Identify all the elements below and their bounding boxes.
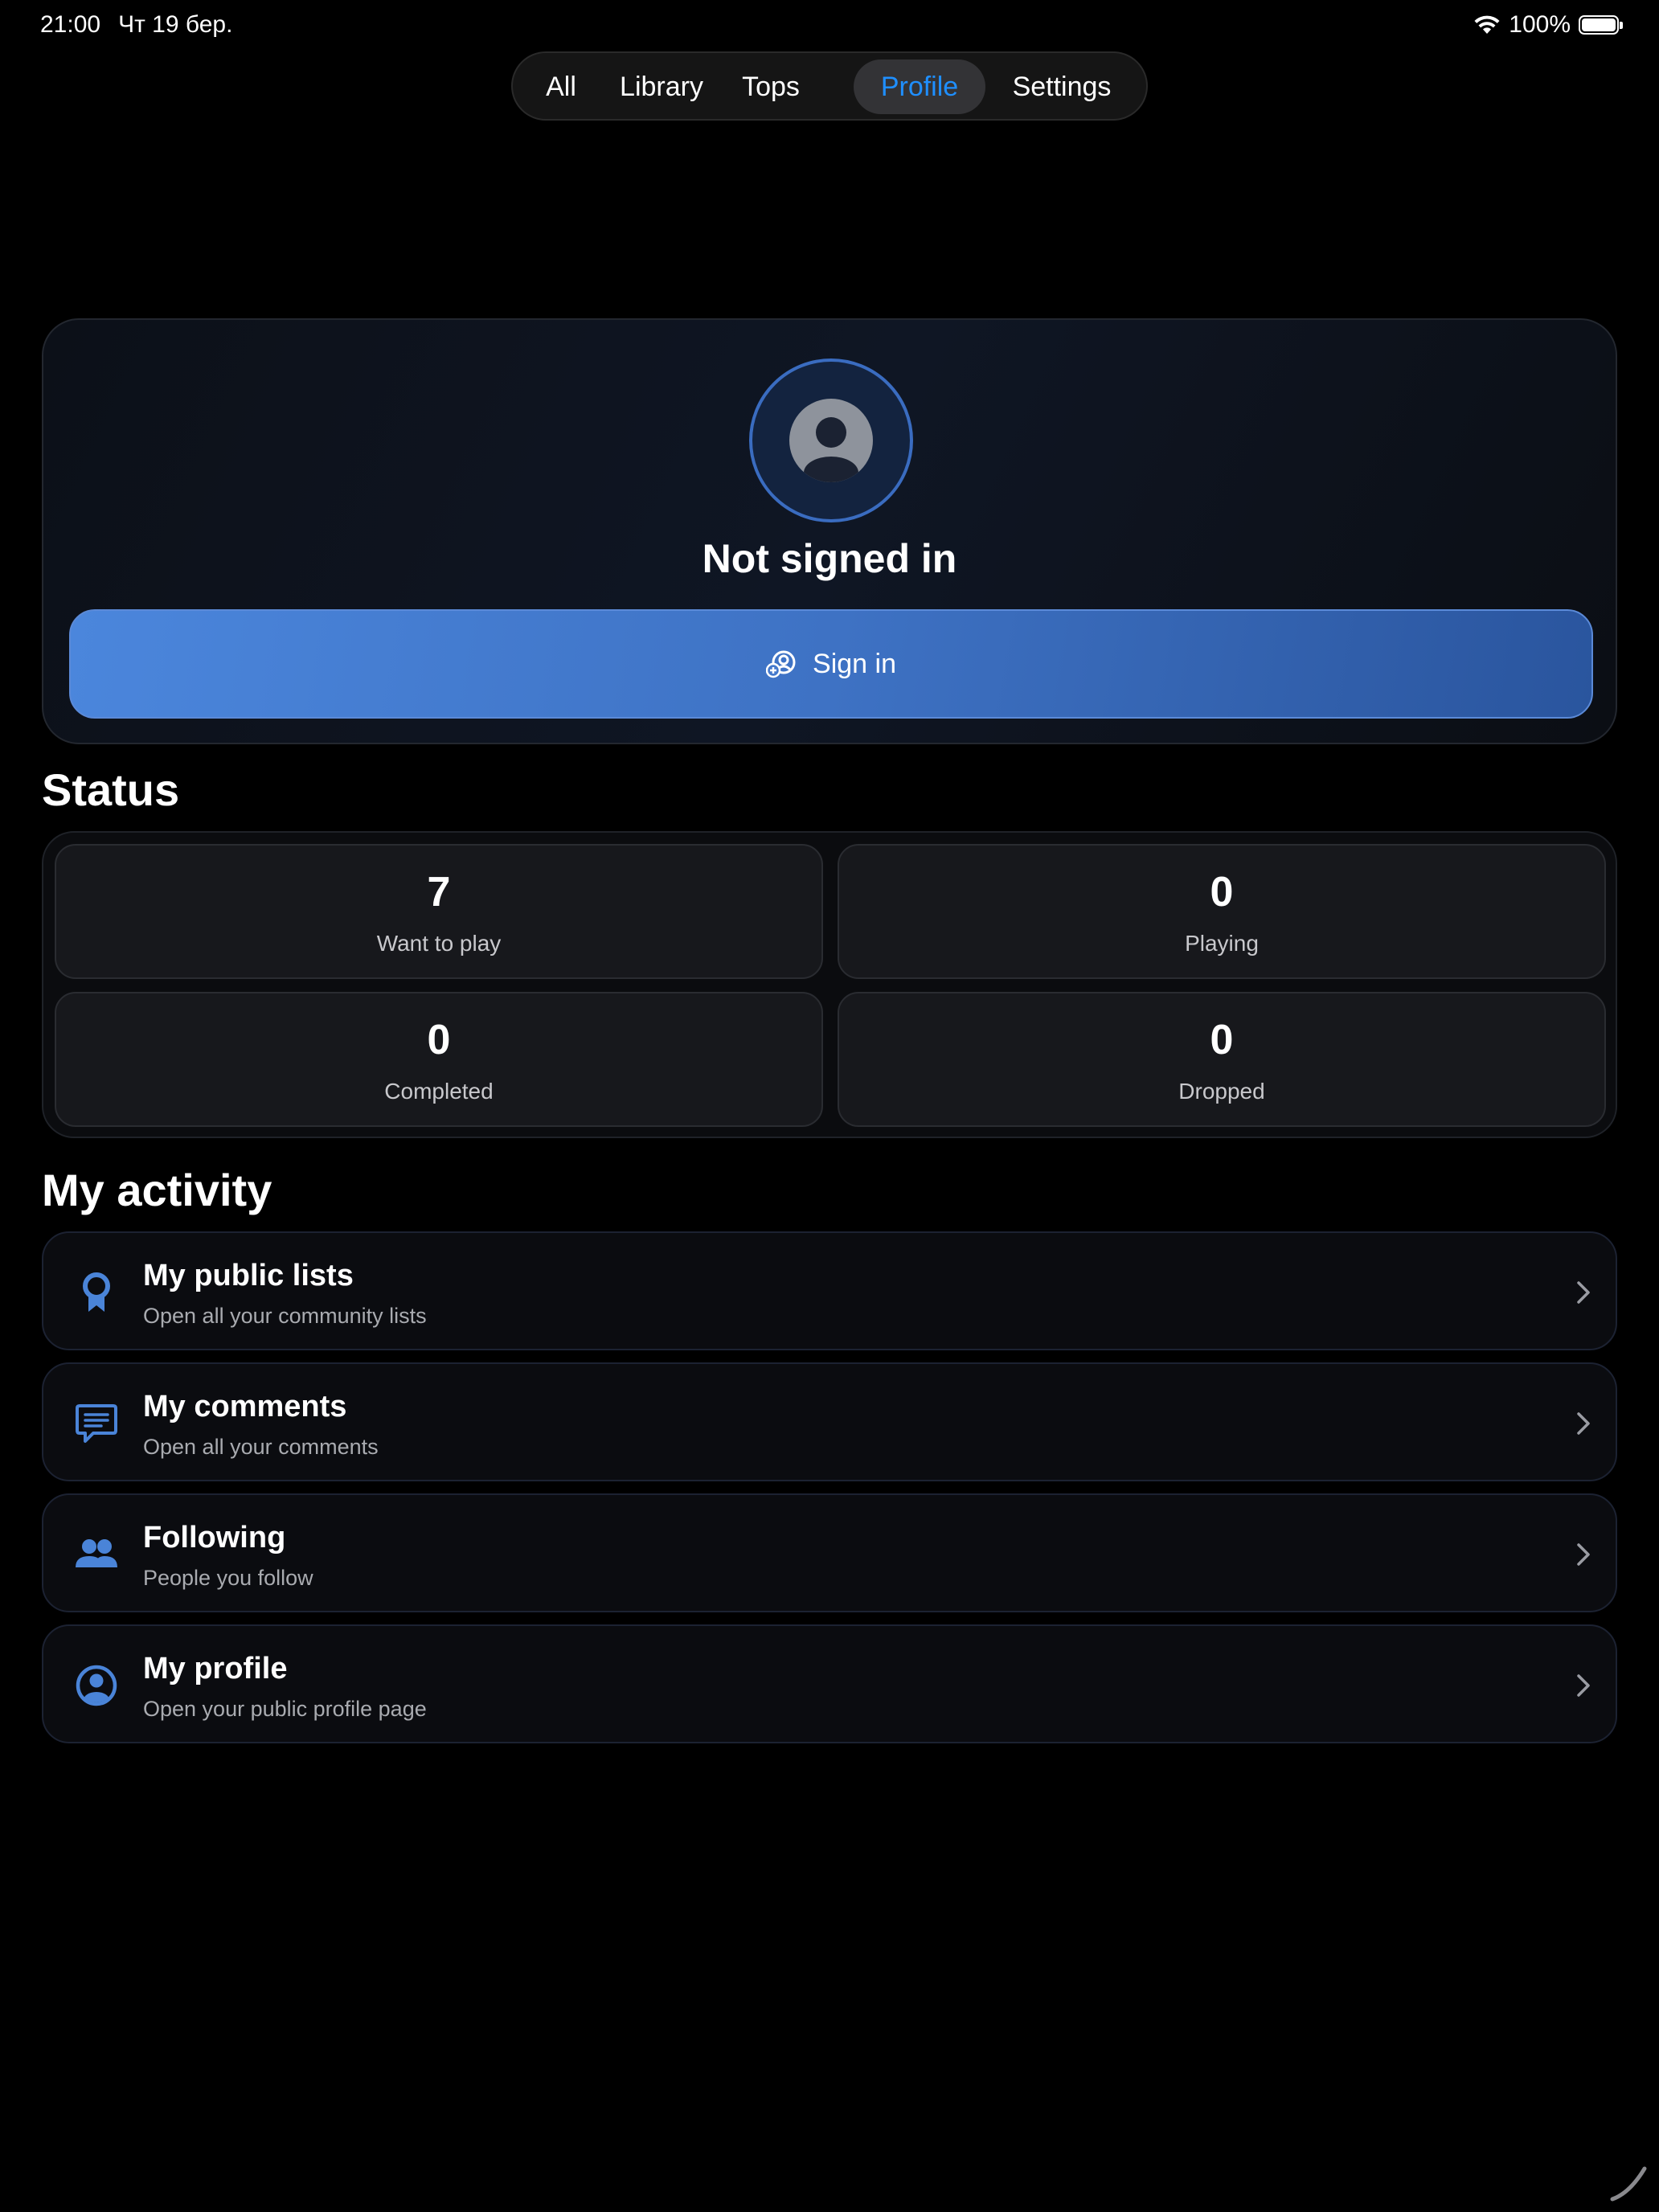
activity-item-public-lists[interactable]: My public lists Open all your community …	[42, 1231, 1617, 1350]
stat-dropped[interactable]: 0 Dropped	[838, 992, 1606, 1127]
stat-value: 0	[1210, 869, 1234, 916]
tab-all[interactable]: All	[532, 59, 590, 114]
activity-item-subtitle: Open all your community lists	[143, 1304, 427, 1328]
status-section-title: Status	[42, 764, 180, 815]
stat-label: Dropped	[1178, 1079, 1265, 1104]
status-grid: 7 Want to play 0 Playing 0 Completed 0 D…	[42, 831, 1617, 1138]
activity-item-subtitle: Open all your comments	[143, 1435, 379, 1459]
chevron-right-icon	[1577, 1543, 1590, 1566]
status-bar: 21:00 Чт 19 бер. 100%	[0, 0, 1659, 51]
activity-item-title: My profile	[143, 1652, 288, 1686]
chevron-right-icon	[1577, 1281, 1590, 1304]
top-tab-bar: All Library Tops Profile Settings	[511, 51, 1148, 121]
stat-playing[interactable]: 0 Playing	[838, 844, 1606, 979]
stat-value: 7	[427, 869, 451, 916]
activity-item-title: My comments	[143, 1390, 347, 1423]
activity-item-comments[interactable]: My comments Open all your comments	[42, 1362, 1617, 1481]
status-date: Чт 19 бер.	[118, 11, 233, 38]
person-circle-icon	[76, 1665, 117, 1706]
tab-settings[interactable]: Settings	[1003, 59, 1120, 114]
stat-label: Completed	[384, 1079, 494, 1104]
person-placeholder-icon	[789, 399, 873, 482]
activity-item-subtitle: Open your public profile page	[143, 1697, 427, 1721]
stat-completed[interactable]: 0 Completed	[55, 992, 823, 1127]
stat-value: 0	[1210, 1017, 1234, 1063]
sign-in-button[interactable]: Sign in	[69, 609, 1593, 719]
activity-item-subtitle: People you follow	[143, 1566, 313, 1590]
stat-value: 0	[427, 1017, 451, 1063]
activity-section-title: My activity	[42, 1165, 272, 1215]
battery-percent: 100%	[1509, 11, 1571, 38]
stat-label: Playing	[1185, 931, 1259, 956]
activity-item-following[interactable]: Following People you follow	[42, 1493, 1617, 1612]
resize-corner-icon[interactable]	[1606, 2159, 1651, 2204]
tab-tops[interactable]: Tops	[731, 59, 810, 114]
activity-item-title: My public lists	[143, 1259, 354, 1292]
person-add-icon	[766, 650, 796, 678]
sign-in-status: Not signed in	[702, 536, 957, 581]
chevron-right-icon	[1577, 1412, 1590, 1435]
people-icon	[76, 1539, 117, 1567]
battery-icon	[1579, 15, 1623, 35]
status-time: 21:00	[40, 11, 101, 38]
stat-want-to-play[interactable]: 7 Want to play	[55, 844, 823, 979]
award-ribbon-icon	[83, 1272, 110, 1312]
profile-card: Not signed in Sign in	[42, 318, 1617, 744]
avatar	[749, 358, 913, 522]
chevron-right-icon	[1577, 1674, 1590, 1697]
wifi-icon	[1474, 15, 1500, 34]
activity-item-my-profile[interactable]: My profile Open your public profile page	[42, 1624, 1617, 1743]
tab-profile[interactable]: Profile	[854, 59, 985, 114]
stat-label: Want to play	[376, 931, 502, 956]
comment-bubble-icon	[76, 1404, 117, 1443]
activity-item-title: Following	[143, 1521, 286, 1555]
tab-library[interactable]: Library	[612, 59, 711, 114]
sign-in-label: Sign in	[813, 648, 896, 679]
